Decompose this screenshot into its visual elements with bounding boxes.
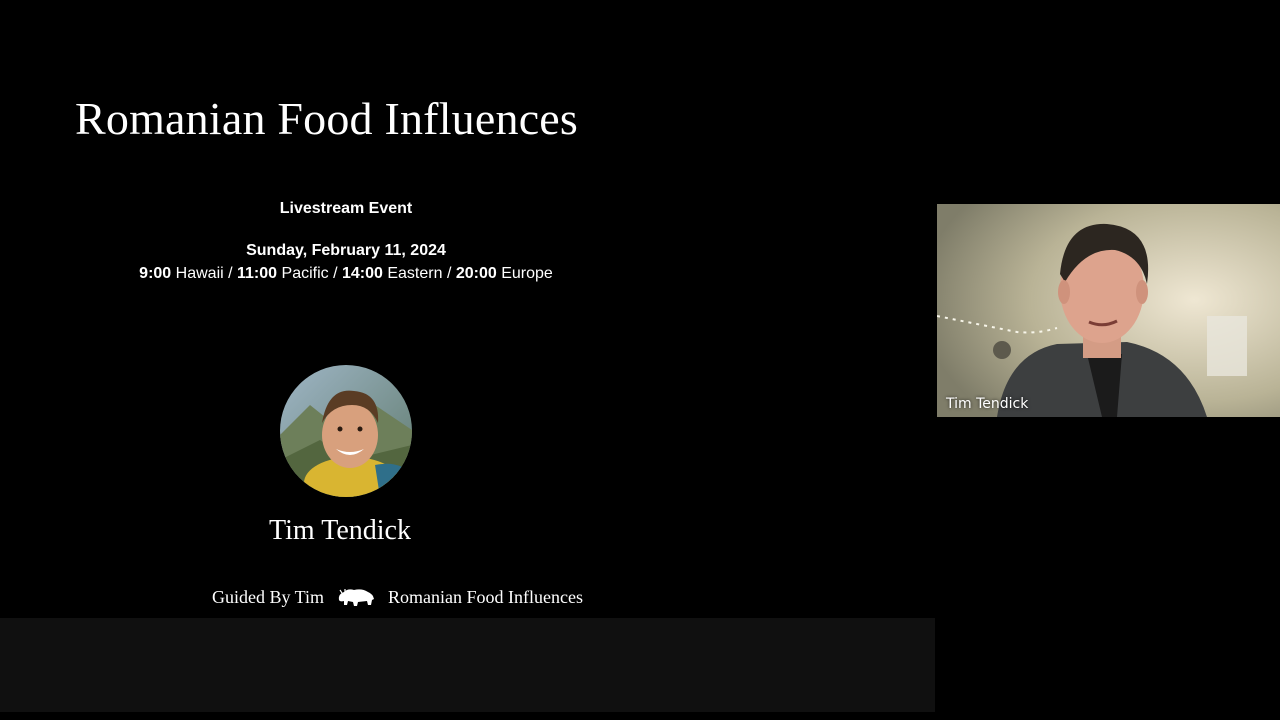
time-value: 11:00 — [237, 265, 278, 282]
event-label: Livestream Event — [279, 200, 413, 217]
shared-screen-slide: Romanian Food Influences Livestream Even… — [0, 0, 935, 618]
participant-name-label: Tim Tendick — [946, 396, 1029, 412]
host-name: Tim Tendick — [269, 515, 411, 546]
time-value: 20:00 — [455, 265, 497, 282]
bottom-letterbox — [0, 618, 935, 712]
footer-left-text: Guided By Tim — [212, 586, 325, 607]
time-zone: Hawaii — [175, 265, 224, 282]
bison-logo-icon — [336, 586, 376, 608]
slide-footer: Guided By Tim Romanian Food Influences — [212, 584, 583, 610]
time-zone: Eastern — [387, 265, 443, 282]
meeting-stage: Romanian Food Influences Livestream Even… — [0, 0, 1280, 720]
time-zone: Pacific — [281, 265, 329, 282]
host-avatar — [280, 365, 412, 497]
time-value: 9:00 — [139, 265, 172, 282]
time-value: 14:00 — [341, 265, 383, 282]
time-zone: Europe — [501, 265, 553, 282]
footer-right-text: Romanian Food Influences — [388, 586, 584, 607]
event-date: Sunday, February 11, 2024 — [246, 242, 446, 259]
event-times: 9:00 Hawaii / 11:00 Pacific / 14:00 East… — [139, 265, 553, 282]
slide-title: Romanian Food Influences — [75, 93, 579, 144]
participant-video-tile[interactable]: Tim Tendick — [937, 204, 1280, 417]
